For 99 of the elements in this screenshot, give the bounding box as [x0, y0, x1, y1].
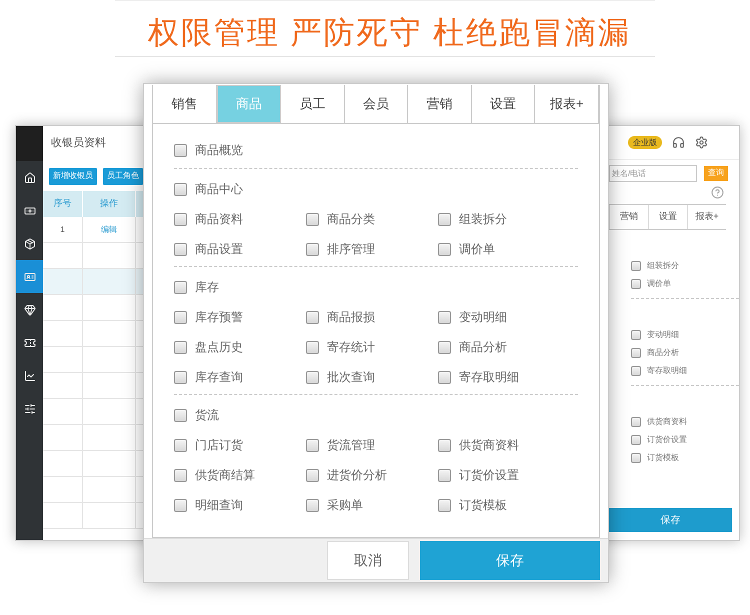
checkbox[interactable] — [174, 144, 187, 156]
permission-label: 调价单 — [647, 278, 671, 290]
permission-label: 订货模板 — [647, 452, 679, 464]
tab[interactable]: 员工 — [281, 85, 345, 123]
permission-label: 门店订货 — [195, 437, 243, 454]
checkbox[interactable] — [174, 340, 187, 354]
permission-label: 明细查询 — [195, 497, 243, 514]
section-label: 商品概览 — [195, 142, 243, 159]
checkbox[interactable] — [306, 498, 319, 512]
id-card-icon — [24, 270, 36, 282]
cancel-button[interactable]: 取消 — [327, 541, 409, 580]
tab[interactable]: 设置 — [472, 85, 536, 123]
checkbox[interactable] — [174, 370, 187, 384]
permission-label: 货流管理 — [327, 437, 375, 454]
checkbox[interactable] — [306, 310, 319, 324]
edition-badge: 企业版 — [628, 136, 662, 149]
permission-label: 库存查询 — [195, 369, 243, 386]
tab[interactable]: 设置 — [648, 205, 687, 229]
banknote-icon — [24, 204, 36, 216]
checkbox[interactable] — [306, 242, 319, 256]
checkbox[interactable] — [631, 348, 641, 358]
headline: 权限管理 严防死守 杜绝跑冒滴漏 — [148, 14, 632, 52]
section-label: 货流 — [195, 407, 219, 424]
checkbox[interactable] — [438, 468, 451, 482]
tab[interactable]: 营销 — [408, 85, 472, 123]
checkbox[interactable] — [306, 370, 319, 384]
permission-label: 批次查询 — [327, 369, 375, 386]
checkbox[interactable] — [438, 438, 451, 452]
checkbox[interactable] — [174, 498, 187, 512]
permission-label: 库存预警 — [195, 309, 243, 326]
checkbox[interactable] — [438, 242, 451, 256]
checkbox[interactable] — [438, 340, 451, 354]
permission-label: 排序管理 — [327, 241, 375, 258]
tab[interactable]: 会员 — [344, 85, 408, 123]
column-header: 序号 — [43, 191, 83, 217]
permission-label: 商品资料 — [195, 211, 243, 228]
checkbox[interactable] — [438, 212, 451, 226]
checkbox[interactable] — [631, 330, 641, 340]
box-icon — [24, 238, 36, 250]
home-icon — [24, 172, 36, 184]
permission-label: 盘点历史 — [195, 339, 243, 356]
page-title: 收银员资料 — [51, 136, 106, 152]
permission-label: 商品分析 — [459, 339, 507, 356]
chart-icon — [24, 370, 36, 382]
column-header: 操作 — [83, 191, 136, 217]
headset-icon[interactable] — [672, 136, 685, 149]
checkbox[interactable] — [174, 310, 187, 324]
logo-area — [16, 126, 43, 161]
checkbox[interactable] — [306, 212, 319, 226]
permission-label: 商品设置 — [195, 241, 243, 258]
checkbox[interactable] — [306, 340, 319, 354]
help-icon[interactable] — [711, 186, 724, 199]
checkbox[interactable] — [631, 417, 641, 427]
table-cell: 1 — [43, 217, 83, 242]
section-label: 库存 — [195, 279, 219, 296]
checkbox[interactable] — [306, 438, 319, 452]
tab[interactable]: 报表+ — [687, 205, 726, 229]
checkbox[interactable] — [631, 435, 641, 445]
permission-label: 供货商结算 — [195, 467, 255, 484]
checkbox[interactable] — [631, 279, 641, 289]
permission-label: 变动明细 — [647, 329, 679, 341]
checkbox[interactable] — [306, 468, 319, 482]
permission-label: 商品分析 — [647, 347, 679, 359]
search-field[interactable]: 姓名/电话 — [609, 164, 697, 182]
checkbox[interactable] — [174, 242, 187, 256]
tab[interactable]: 报表+ — [535, 85, 600, 123]
permission-label: 组装拆分 — [459, 211, 507, 228]
sliders-icon — [24, 402, 36, 414]
ticket-icon — [24, 336, 36, 348]
permission-label: 订货模板 — [459, 497, 507, 514]
checkbox[interactable] — [631, 453, 641, 463]
permission-label: 商品分类 — [327, 211, 375, 228]
checkbox[interactable] — [174, 280, 187, 294]
permission-label: 供货商资料 — [647, 416, 687, 428]
permission-label: 订货价设置 — [459, 467, 519, 484]
checkbox[interactable] — [438, 370, 451, 384]
permission-label: 组装拆分 — [647, 260, 679, 272]
settings-icon[interactable] — [695, 136, 708, 149]
checkbox[interactable] — [438, 498, 451, 512]
permission-label: 寄存取明细 — [647, 365, 687, 377]
checkbox[interactable] — [174, 468, 187, 482]
permission-label: 寄存取明细 — [459, 369, 519, 386]
permission-label: 寄存统计 — [327, 339, 375, 356]
permission-label: 商品报损 — [327, 309, 375, 326]
checkbox[interactable] — [174, 408, 187, 422]
checkbox[interactable] — [438, 310, 451, 324]
permission-label: 进货价分析 — [327, 467, 387, 484]
gem-icon — [24, 304, 36, 316]
permission-label: 订货价设置 — [647, 434, 687, 446]
permission-label: 调价单 — [459, 241, 495, 258]
checkbox[interactable] — [174, 212, 187, 226]
checkbox[interactable] — [631, 366, 641, 376]
checkbox[interactable] — [631, 261, 641, 271]
checkbox[interactable] — [174, 182, 187, 196]
section-label: 商品中心 — [195, 181, 243, 198]
checkbox[interactable] — [174, 438, 187, 452]
permission-label: 采购单 — [327, 497, 363, 514]
permission-label: 供货商资料 — [459, 437, 519, 454]
permission-label: 变动明细 — [459, 309, 507, 326]
